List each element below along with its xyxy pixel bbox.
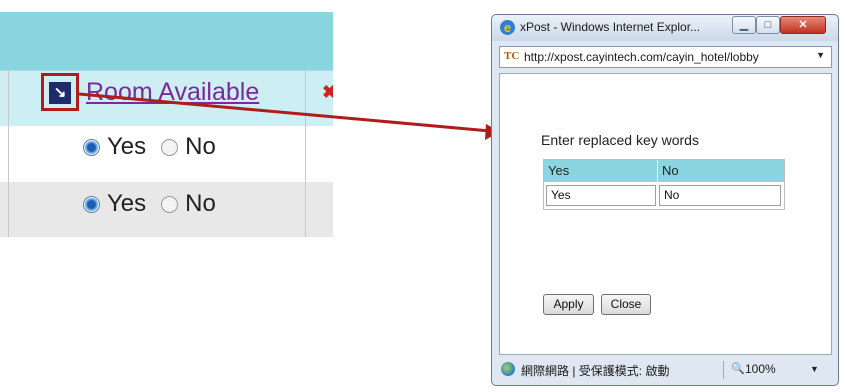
column-header-yes: Yes (544, 160, 658, 182)
window-title-bar: e xPost - Windows Internet Explor... ▁ □… (492, 15, 838, 41)
status-divider (723, 361, 724, 379)
column-header-no: No (662, 163, 679, 178)
close-window-button[interactable]: ✕ (780, 16, 826, 34)
dialog-heading: Enter replaced key words (541, 132, 699, 148)
address-bar[interactable]: TC http://xpost.cayintech.com/cayin_hote… (499, 46, 832, 68)
chevron-down-icon[interactable]: ▼ (810, 364, 819, 374)
ie-logo-icon: e (500, 20, 515, 35)
yes-replacement-input[interactable]: Yes (546, 185, 656, 206)
maximize-button[interactable]: □ (756, 16, 780, 34)
status-bar: 網際網路 | 受保護模式: 啟動 🔍 100% ▼ (499, 359, 832, 381)
zoom-icon: 🔍 (731, 363, 745, 375)
popup-window: e xPost - Windows Internet Explor... ▁ □… (491, 14, 839, 386)
site-favicon-icon: TC (504, 50, 520, 62)
no-replacement-input[interactable]: No (659, 185, 781, 206)
close-button[interactable]: Close (601, 294, 651, 315)
globe-icon (501, 362, 515, 376)
keyword-table-header: Yes No (544, 160, 784, 182)
status-text: 網際網路 | 受保護模式: 啟動 (521, 364, 670, 378)
zoom-level[interactable]: 100% (745, 362, 776, 376)
address-url: http://xpost.cayintech.com/cayin_hotel/l… (524, 50, 759, 64)
chevron-down-icon[interactable]: ▼ (816, 50, 825, 60)
window-title: xPost - Windows Internet Explor... (520, 20, 701, 34)
popup-content: Enter replaced key words Yes No Yes No A… (499, 73, 832, 355)
minimize-button[interactable]: ▁ (732, 16, 756, 34)
keyword-input-row: Yes No (544, 182, 784, 209)
keyword-table: Yes No Yes No (543, 159, 785, 210)
apply-button[interactable]: Apply (543, 294, 594, 315)
